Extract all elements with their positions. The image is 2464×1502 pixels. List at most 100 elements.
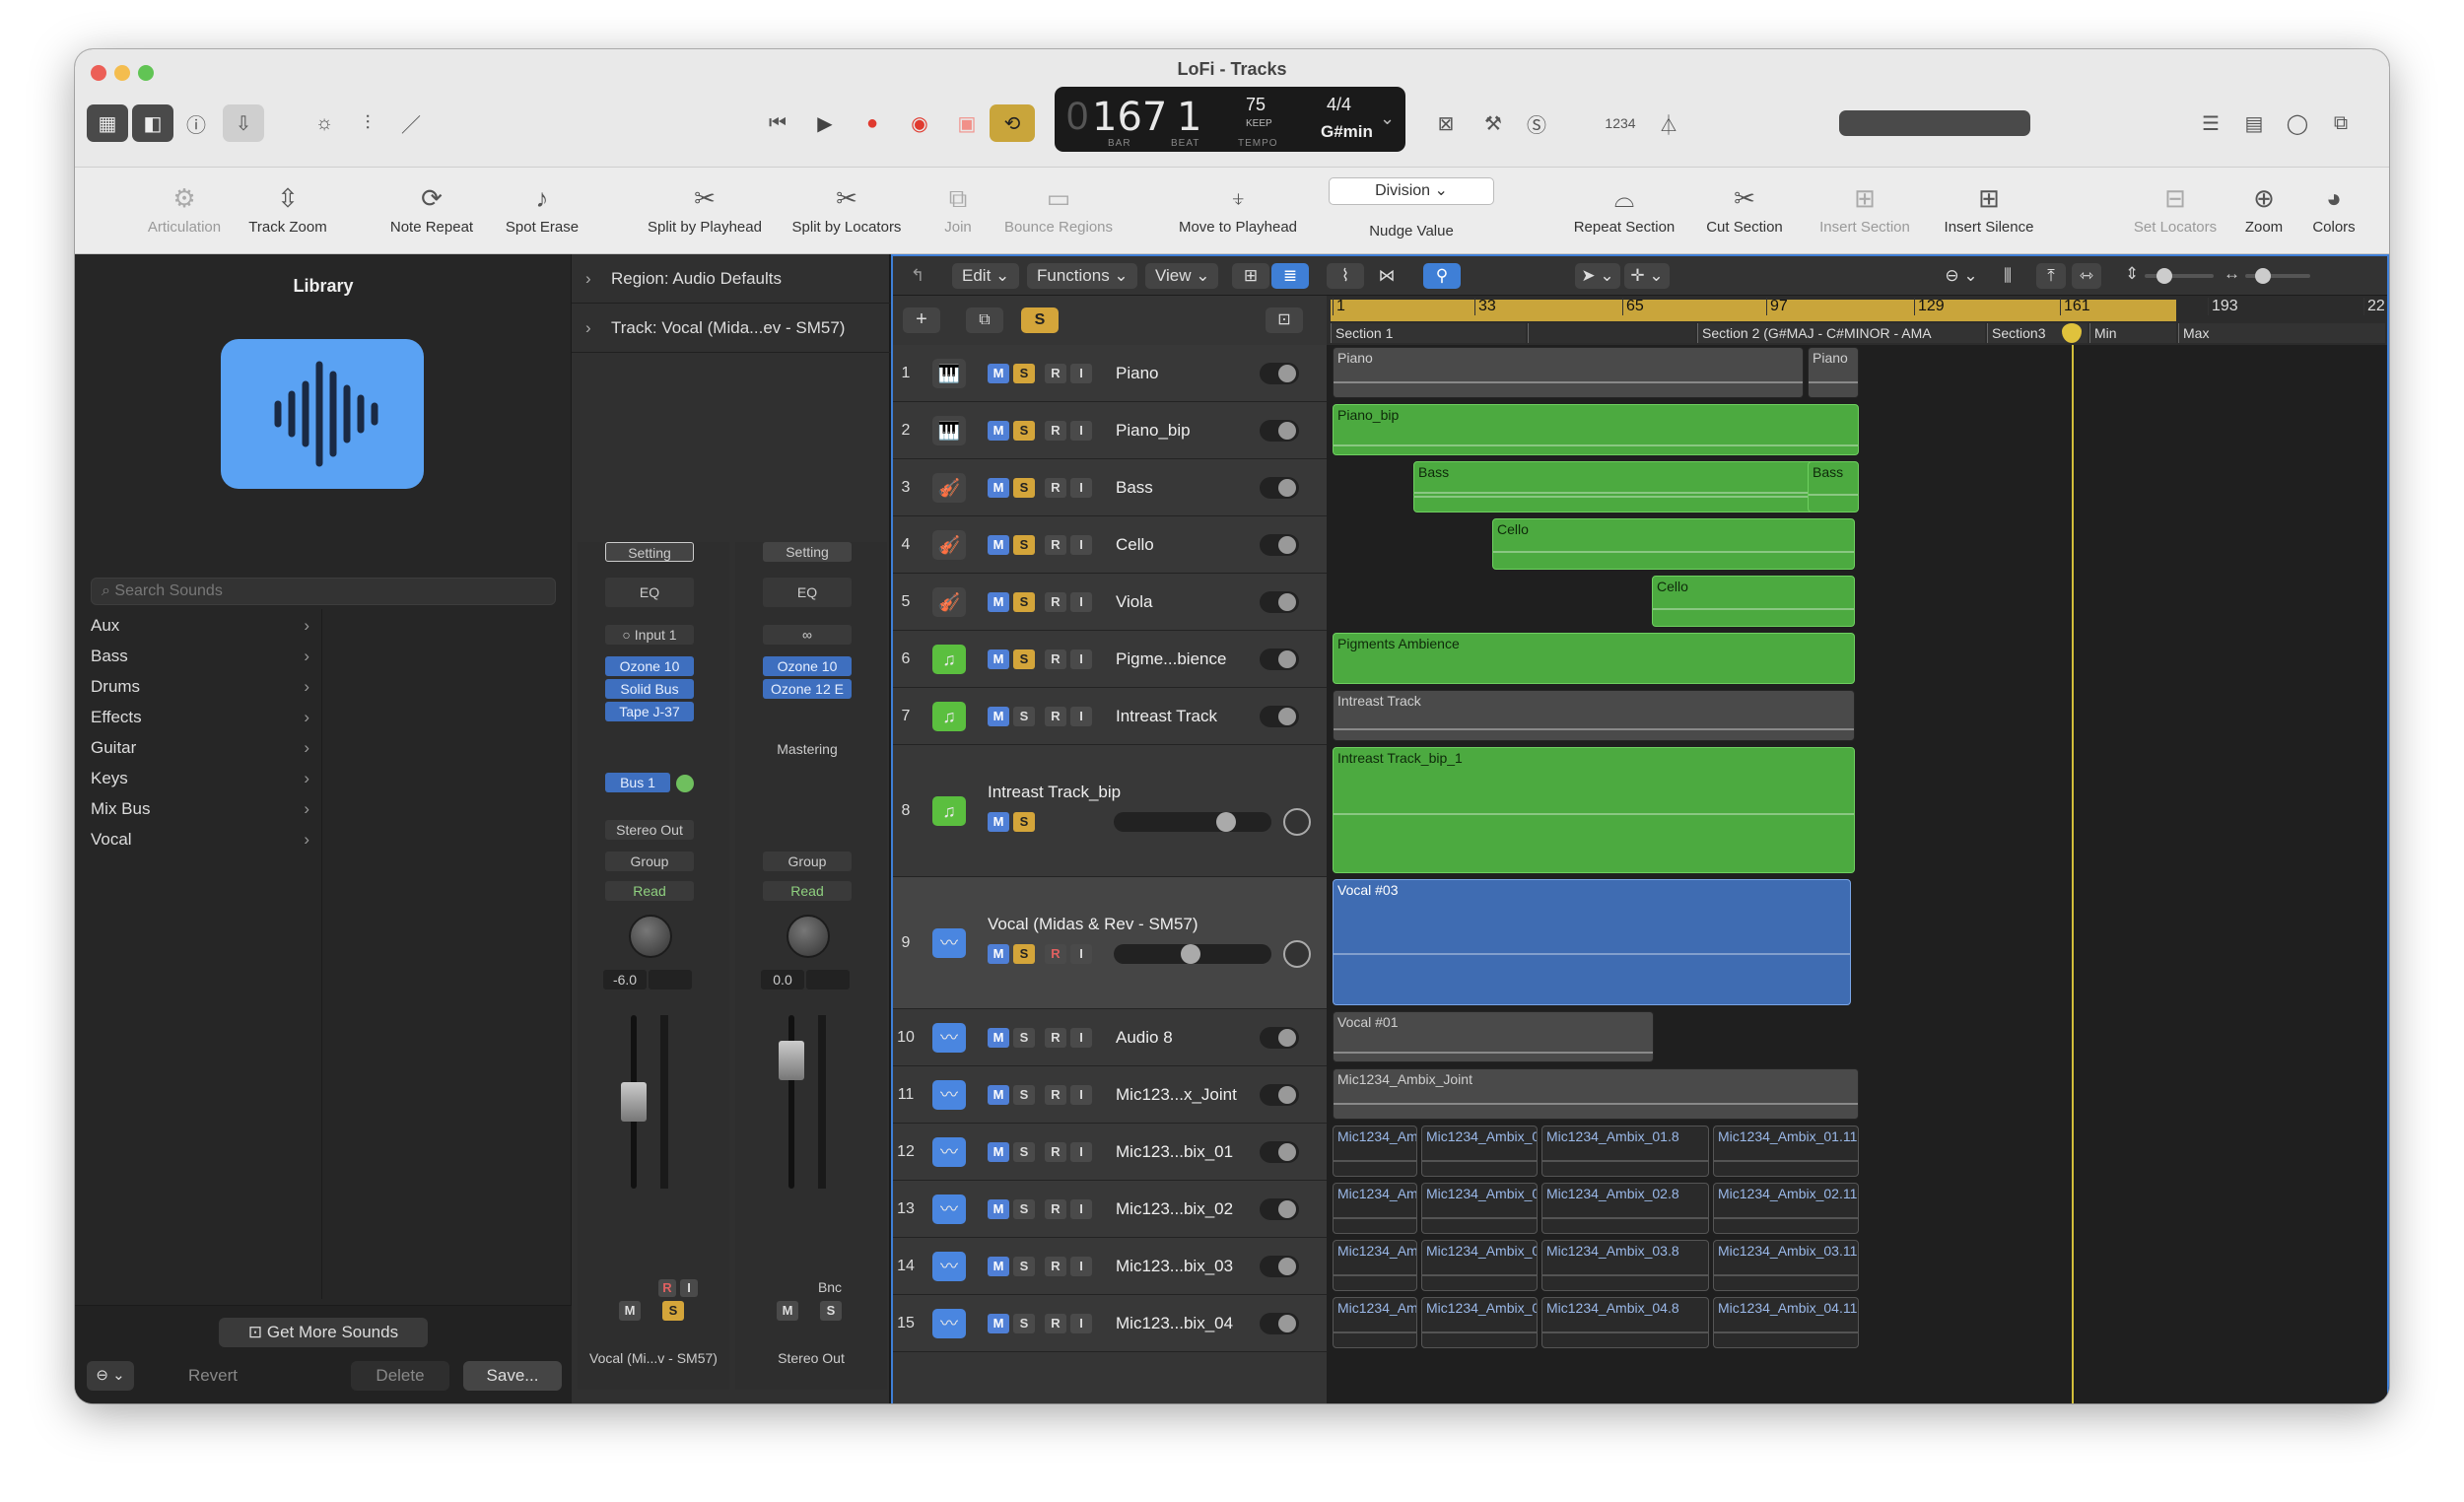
piano-icon[interactable]: 🎹 (932, 359, 966, 388)
mute-button[interactable]: M (988, 364, 1009, 383)
track-name[interactable]: Mic123...bix_03 (1116, 1257, 1233, 1276)
input-monitor-button[interactable]: I (1070, 421, 1092, 441)
track-name[interactable]: Piano_bip (1116, 421, 1191, 441)
record-enable-button[interactable]: R (1045, 1142, 1066, 1162)
input-monitor-button[interactable]: I (1070, 535, 1092, 555)
solo-button[interactable]: S (1013, 364, 1035, 383)
category-keys[interactable]: Keys › (91, 764, 317, 793)
search-sounds-input[interactable]: ⌕ Search Sounds (91, 578, 556, 605)
solo-button[interactable]: S (820, 1301, 842, 1321)
category-drums[interactable]: Drums › (91, 672, 317, 702)
track-header[interactable]: 1 🎹 M S R I Piano (893, 345, 1327, 402)
region[interactable]: Mic1234_Ambix_ (1333, 1297, 1417, 1348)
lcd-display[interactable]: 0 167 1 BAR BEAT 75 KEEP TEMPO 4/4 G#min… (1055, 87, 1405, 152)
back-icon[interactable]: ↰ (903, 263, 932, 289)
automation-button[interactable]: ⌇ (1327, 263, 1364, 289)
marker-section-2[interactable]: Section 2 (G#MAJ - C#MINOR - AMA (1697, 323, 1985, 343)
region[interactable]: Mic1234_Ambix_03.8 (1541, 1240, 1709, 1291)
zoom-tool[interactable]: ⊕ Zoom (2239, 168, 2289, 254)
edit-menu[interactable]: Edit ⌄ (952, 263, 1019, 289)
solo-button[interactable]: S (1013, 535, 1035, 555)
waveform-icon[interactable]: 〰 (932, 1023, 966, 1053)
spot-erase-tool[interactable]: ♪ Spot Erase (493, 168, 591, 254)
input-monitor-button[interactable]: I (1070, 1314, 1092, 1333)
waveform-icon[interactable]: 〰 (932, 1137, 966, 1167)
region[interactable]: Cello (1652, 576, 1855, 627)
cycle-region[interactable] (1331, 300, 2176, 321)
track-name[interactable]: Mic123...bix_04 (1116, 1314, 1233, 1333)
plugin-slot-3[interactable]: Tape J-37 (605, 702, 694, 721)
vertical-zoom-slider[interactable] (2145, 268, 2214, 284)
marker-min[interactable]: Min (2089, 323, 2176, 343)
track-name[interactable]: Bass (1116, 478, 1153, 498)
track-on-off-toggle[interactable] (1260, 1313, 1299, 1334)
track-header[interactable]: 6 ♫ M S R I Pigme...bience (893, 631, 1327, 688)
bounce-button[interactable]: Bnc (810, 1277, 850, 1297)
split-by-locators-tool[interactable]: ✂ Split by Locators (785, 168, 909, 254)
region-inspector-header[interactable]: › Region: Audio Defaults (572, 254, 891, 304)
region[interactable]: Piano_bip (1333, 404, 1859, 455)
track-name[interactable]: Vocal (Midas & Rev - SM57) (988, 915, 1198, 934)
setting-button[interactable]: Setting (763, 542, 852, 562)
category-aux[interactable]: Aux › (91, 611, 317, 641)
solo-button[interactable]: S (1013, 649, 1035, 669)
category-vocal[interactable]: Vocal › (91, 825, 317, 854)
track-header[interactable]: 10 〰 M S R I Audio 8 (893, 1009, 1327, 1066)
fit-horizontal-button[interactable]: ⇿ (2072, 263, 2101, 289)
wrench-button[interactable]: ⚒ (1472, 104, 1514, 142)
solo-button[interactable]: S (1013, 707, 1035, 726)
flex-button[interactable]: ⋈ (1368, 263, 1405, 289)
mute-button[interactable]: M (988, 649, 1009, 669)
mute-button[interactable]: M (988, 944, 1009, 964)
track-on-off-toggle[interactable] (1260, 1027, 1299, 1049)
track-name[interactable]: Cello (1116, 535, 1154, 555)
waveform-icon[interactable]: 〰 (932, 1252, 966, 1281)
violin-icon[interactable]: 🎻 (932, 473, 966, 503)
waveform-icon[interactable]: 〰 (932, 1080, 966, 1110)
region[interactable]: Bass (1413, 461, 1833, 512)
track-name[interactable]: Piano (1116, 364, 1158, 383)
mastering-slot[interactable]: Mastering (763, 739, 852, 759)
record-enable-button[interactable]: R (1045, 1314, 1066, 1333)
violin-icon[interactable]: 🎻 (932, 530, 966, 560)
category-bass[interactable]: Bass › (91, 642, 317, 671)
global-solo-button[interactable]: S (1021, 307, 1059, 333)
record-enable-button[interactable]: R (1045, 421, 1066, 441)
region[interactable]: Mic1234_Ambix_01.11 (1713, 1126, 1859, 1177)
solo-button[interactable]: S (662, 1301, 684, 1321)
record-enable-button[interactable]: R (1045, 1199, 1066, 1219)
track-name[interactable]: Mic123...bix_01 (1116, 1142, 1233, 1162)
region[interactable]: Mic1234_Ambix_04.8 (1541, 1297, 1709, 1348)
replace-record-button[interactable]: ◉ (899, 104, 940, 142)
track-name[interactable]: Intreast Track_bip (988, 783, 1121, 802)
toolbar-toggle-button[interactable]: ⇩ (223, 104, 264, 142)
mute-button[interactable]: M (988, 421, 1009, 441)
input-monitor-button[interactable]: I (1070, 364, 1092, 383)
pan-knob[interactable] (787, 915, 830, 958)
solo-button[interactable]: S (1013, 478, 1035, 498)
mixer-button[interactable]: ⫶ (347, 104, 388, 142)
track-header[interactable]: 4 🎻 M S R I Cello (893, 516, 1327, 574)
ruler[interactable]: 1 33 65 97 129 161 193 22 Section 1 Section 2 (… (1327, 296, 2387, 345)
horizontal-zoom-slider[interactable] (2245, 268, 2310, 284)
view-menu[interactable]: View ⌄ (1145, 263, 1218, 289)
track-header[interactable]: 12 〰 M S R I Mic123...bix_01 (893, 1124, 1327, 1181)
region[interactable]: Mic1234_Ambix_01.3 (1421, 1126, 1538, 1177)
region[interactable]: Mic1234_Ambix_02.3 (1421, 1183, 1538, 1234)
fit-vertical-button[interactable]: ⤒ (2036, 263, 2066, 289)
input-monitor-button[interactable]: I (1070, 1257, 1092, 1276)
category-mix-bus[interactable]: Mix Bus › (91, 794, 317, 824)
mute-button[interactable]: M (988, 1142, 1009, 1162)
region[interactable]: Mic1234_Ambix_04.3 (1421, 1297, 1538, 1348)
solo-button[interactable]: S (1013, 1199, 1035, 1219)
send-bus-1[interactable]: Bus 1 (605, 773, 670, 792)
track-header[interactable]: 2 🎹 M S R I Piano_bip (893, 402, 1327, 459)
input-monitor-button[interactable]: I (1070, 1028, 1092, 1048)
insert-silence-tool[interactable]: ⊞ Insert Silence (1930, 168, 2048, 254)
count-in-button[interactable]: 1234 (1591, 104, 1650, 142)
track-name[interactable]: Mic123...bix_02 (1116, 1199, 1233, 1219)
region[interactable]: Piano (1333, 347, 1804, 398)
notepad-button[interactable]: ▤ (2233, 104, 2275, 142)
record-enable-button[interactable]: R (1045, 707, 1066, 726)
track-on-off-toggle[interactable] (1260, 1256, 1299, 1277)
